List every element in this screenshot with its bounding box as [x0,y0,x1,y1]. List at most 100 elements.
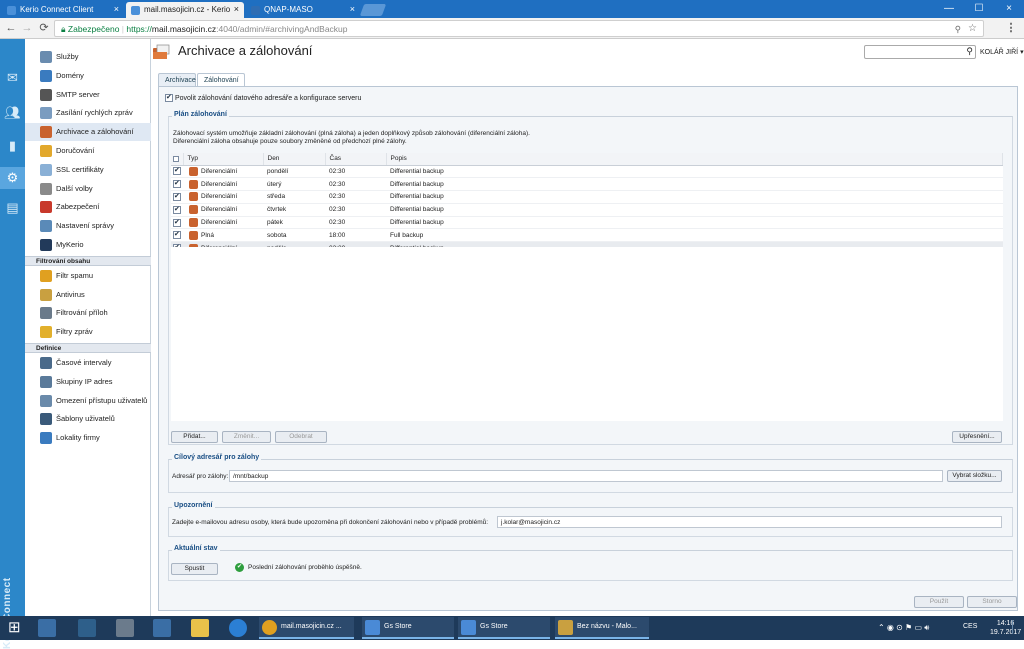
column-header-description[interactable]: Popis [386,153,1003,166]
sidebar-item-label: SSL certifikáty [56,164,104,174]
file-explorer-icon[interactable] [191,619,209,637]
bookmark-star-icon[interactable]: ☆ [968,23,977,34]
row-enabled-checkbox[interactable] [173,218,181,227]
backup-target-input[interactable]: /mnt/backup [229,470,943,482]
table-empty-area [171,247,1003,421]
settings-gear-icon[interactable]: ⚙ [0,167,25,189]
reload-button[interactable]: ⟳ [37,21,51,35]
sidebar-item[interactable]: Zabezpečení [25,198,151,216]
sidebar-item[interactable]: Zasílání rychlých zpráv [25,104,151,122]
notification-email-input[interactable]: j.kolar@masojicin.cz [497,516,1002,528]
table-row[interactable]: Diferenciální pátek02:30Differential back… [171,216,1003,230]
sidebar-item[interactable]: Filtrování příloh [25,304,151,322]
search-input[interactable]: ⚲ [864,45,976,59]
taskbar-app-label: mail.masojicin.cz ... [281,623,342,630]
row-enabled-checkbox[interactable] [173,205,181,214]
lock-icon: 🔒︎ [61,24,66,34]
row-enabled-checkbox[interactable] [173,166,181,176]
forward-button[interactable]: → [20,21,34,35]
internet-explorer-icon[interactable] [229,619,247,637]
edit-button[interactable]: Změnit... [222,431,271,443]
computer-management-icon[interactable] [153,619,171,637]
tab-backup[interactable]: Zálohování [197,73,245,87]
statistics-icon[interactable]: ▮ [4,137,21,154]
sidebar-item[interactable]: Doručování [25,142,151,160]
tab-archiving[interactable]: Archivace [158,73,196,87]
browse-folder-button[interactable]: Vybrat složku... [947,470,1002,482]
browser-menu-icon[interactable]: ⋮ [1004,21,1018,35]
close-tab-icon[interactable]: × [350,4,355,14]
taskbar-paint-app[interactable]: Bez názvu - Malo... [555,617,649,639]
browser-tab-qnap[interactable]: QNAP-MASO × [246,2,360,18]
taskbar-app-label: Gs Store [480,623,508,630]
sidebar-item[interactable]: Další volby [25,180,151,198]
notifications-icon[interactable] [1012,620,1020,634]
add-button[interactable]: Přidat... [171,431,218,443]
sidebar-item[interactable]: Služby [25,48,151,66]
sidebar-item[interactable]: MyKerio [25,236,151,254]
server-manager-icon[interactable] [38,619,56,637]
sidebar-item[interactable]: Nastavení správy [25,217,151,235]
key-icon[interactable]: ⚲ [955,24,961,35]
user-menu[interactable]: KOLÁŘ JIŘÍ ▾ [980,48,1024,56]
column-header-day[interactable]: Den [263,153,326,166]
close-tab-icon[interactable]: × [234,4,239,14]
remove-button[interactable]: Odebrat [275,431,327,443]
table-row[interactable]: Diferenciální úterý02:30Differential back… [171,177,1003,192]
row-enabled-checkbox[interactable] [173,179,181,189]
taskbar-gs-store-app[interactable]: Gs Store [362,617,454,639]
powershell-icon[interactable] [78,619,96,637]
row-type-cell: Plná [183,228,263,243]
sidebar-item-label: Další volby [56,183,93,193]
keyboard-language[interactable]: CES [963,623,977,630]
sidebar-item[interactable]: Domény [25,67,151,85]
browser-tab-kerio-client[interactable]: Kerio Connect Client × [2,2,124,18]
sidebar-item[interactable]: Archivace a zálohování [25,123,151,142]
close-window-button[interactable]: × [994,0,1024,18]
url-field[interactable]: 🔒︎ Zabezpečeno | https://mail.masojicin.… [54,20,984,37]
advanced-button[interactable]: Upřesnění... [952,431,1002,443]
mail-icon[interactable]: ✉ [4,69,21,86]
sidebar-item[interactable]: Antivirus [25,286,151,304]
column-header-type[interactable]: Typ [183,153,264,166]
table-row[interactable]: Diferenciální středa02:30Differential bac… [171,190,1003,204]
sidebar-item[interactable]: Filtr spamu [25,267,151,285]
table-row[interactable]: Plná sobota18:00Full backup [171,228,1003,243]
taskbar-gs-store-app[interactable]: Gs Store [458,617,550,639]
sidebar-item-label: Domény [56,70,84,80]
table-row[interactable]: Diferenciální pondělí02:30Differential ba… [171,165,1003,179]
sidebar-item[interactable]: Filtry zpráv [25,323,151,341]
taskbar-chrome-app[interactable]: mail.masojicin.cz ... [259,617,354,639]
column-header-time[interactable]: Čas [325,153,387,166]
table-row[interactable]: Diferenciální čtvrtek02:30Differential ba… [171,203,1003,217]
select-all-checkbox[interactable] [173,155,179,162]
sidebar-item[interactable]: Skupiny IP adres [25,373,151,391]
maximize-button[interactable]: ☐ [964,0,994,18]
sidebar-item[interactable]: Omezení přístupu uživatelů [25,392,151,410]
sidebar-item[interactable]: SMTP server [25,86,151,104]
run-backup-button[interactable]: Spustit [171,563,218,575]
row-type: Diferenciální [201,168,238,176]
tray-icons[interactable]: ⌃ ◉ ⊙ ⚑ ▭ 🔊︎ [878,623,929,633]
sidebar-item[interactable]: SSL certifikáty [25,161,151,179]
tools-icon[interactable] [116,619,134,637]
close-tab-icon[interactable]: × [114,4,119,14]
new-tab-button[interactable] [359,4,387,16]
sidebar-item[interactable]: Časové intervaly [25,354,151,372]
windows-start-icon[interactable]: ⊞ [8,619,26,637]
sidebar-item-label: Doručování [56,146,95,155]
row-enabled-checkbox[interactable] [173,230,181,240]
back-button[interactable]: ← [4,21,18,35]
minimize-button[interactable]: — [934,0,964,18]
enable-backup-checkbox[interactable] [165,93,173,102]
apply-button[interactable]: Použít [914,596,964,608]
logs-icon[interactable]: ▤ [4,199,21,216]
browser-tab-admin[interactable]: mail.masojicin.cz - Kerio × [126,2,244,18]
sidebar-item[interactable]: Šablony uživatelů [25,410,151,428]
users-icon[interactable]: 👥︎ [4,104,21,121]
sidebar-item[interactable]: Lokality firmy [25,429,151,447]
cancel-button[interactable]: Storno [967,596,1017,608]
row-enabled-checkbox[interactable] [173,192,181,201]
backup-type-icon [189,179,198,189]
url-scheme: https:// [126,24,152,34]
